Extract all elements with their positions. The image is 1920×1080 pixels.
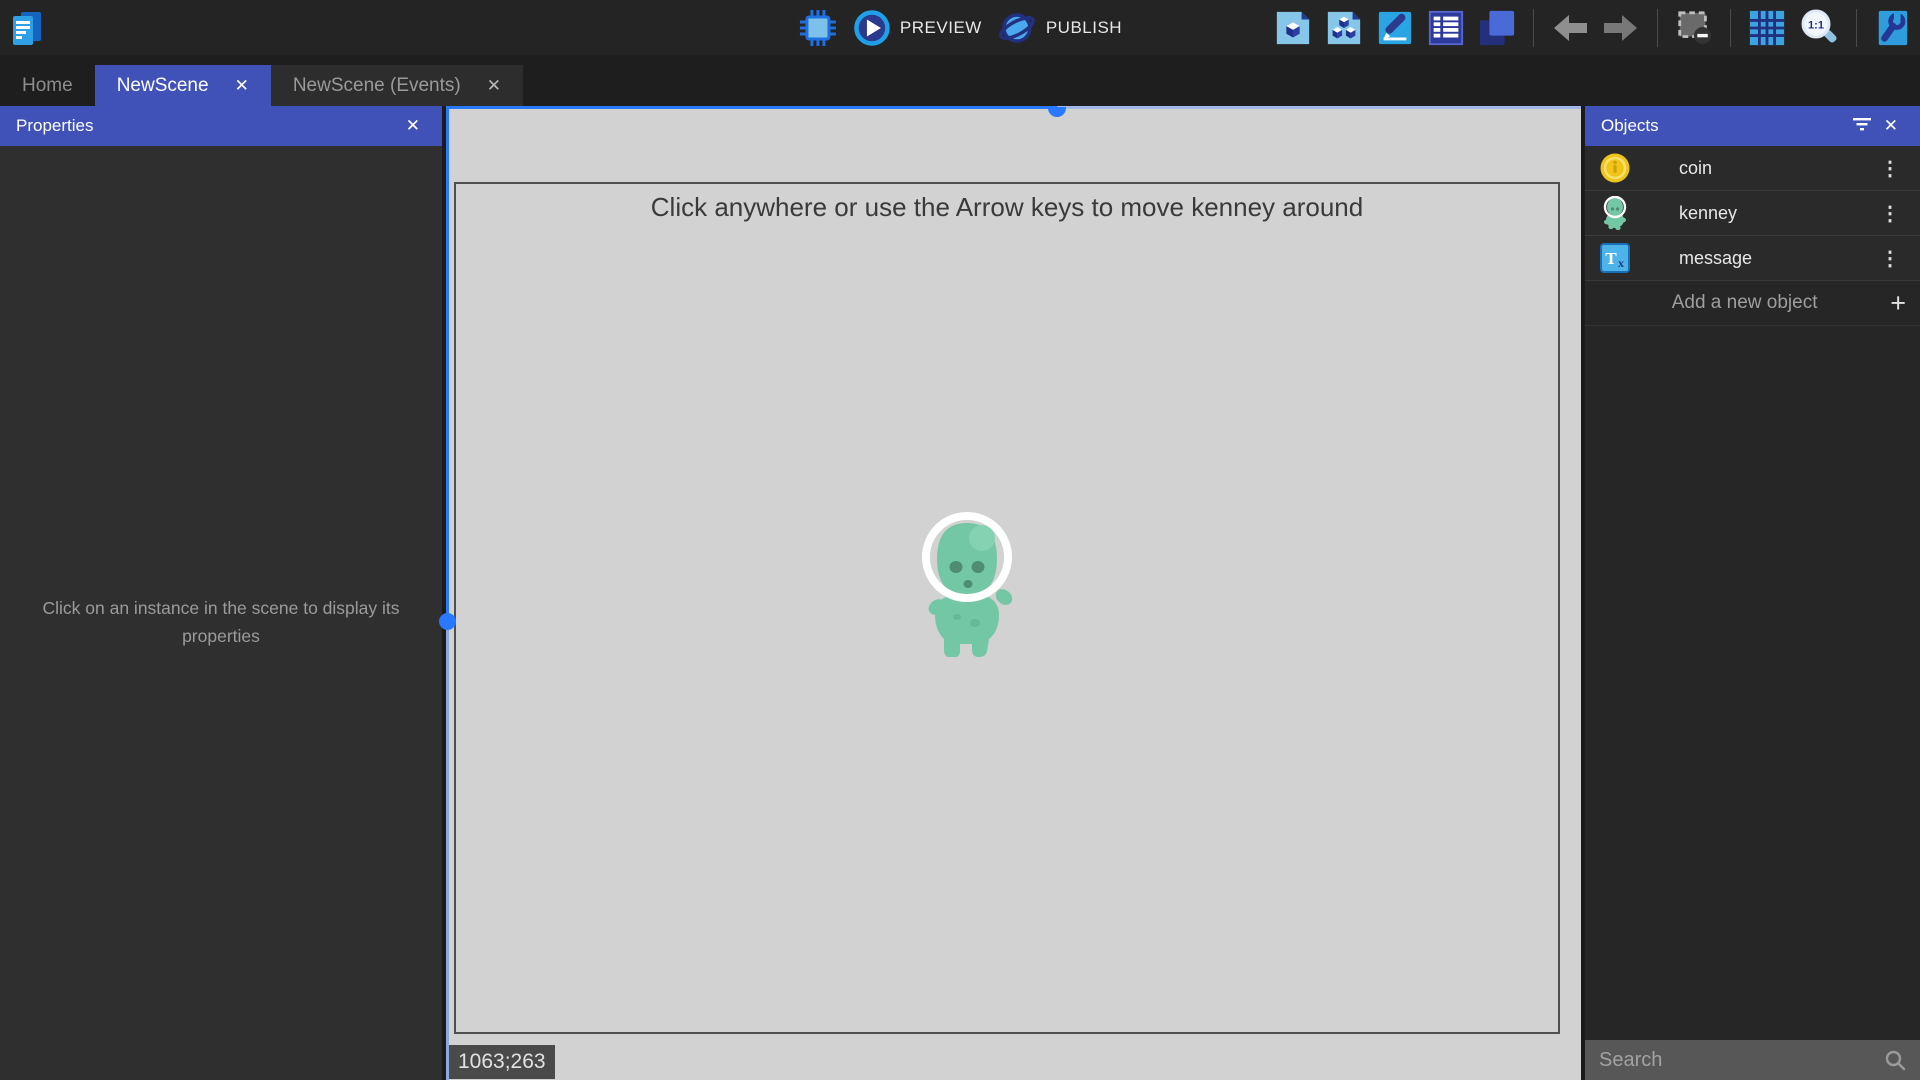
kenney-instance[interactable] bbox=[909, 505, 1029, 662]
deselect-marquee-icon bbox=[1675, 9, 1713, 47]
zoom-1-1-icon: 1:1 bbox=[1799, 8, 1839, 48]
tab-scene-events[interactable]: NewScene (Events) ✕ bbox=[271, 65, 523, 106]
objects-panel-header: Objects ✕ bbox=[1585, 106, 1920, 146]
close-icon[interactable]: ✕ bbox=[487, 76, 501, 96]
tab-scene-label: NewScene bbox=[117, 75, 209, 97]
redo-button[interactable] bbox=[1602, 11, 1640, 45]
tab-home-label: Home bbox=[22, 75, 73, 97]
close-icon[interactable]: ✕ bbox=[235, 76, 249, 96]
zoom-original-button[interactable]: 1:1 bbox=[1799, 8, 1839, 48]
object-row-kenney[interactable]: kenney ⋮ bbox=[1585, 191, 1920, 236]
selection-edge-top-light bbox=[1057, 106, 1581, 109]
objects-search-bar bbox=[1585, 1040, 1920, 1080]
selection-edge-left bbox=[446, 106, 449, 622]
project-manager-button[interactable] bbox=[8, 8, 44, 48]
open-scene-properties-button[interactable] bbox=[1376, 9, 1414, 47]
open-instances-list-button[interactable] bbox=[1427, 9, 1465, 47]
object-row-coin[interactable]: coin ⋮ bbox=[1585, 146, 1920, 191]
preview-button[interactable]: PREVIEW bbox=[852, 8, 982, 48]
toolbar-divider bbox=[1730, 9, 1731, 47]
close-icon[interactable]: ✕ bbox=[1878, 116, 1904, 136]
open-layers-button[interactable] bbox=[1478, 9, 1516, 47]
grid-icon bbox=[1748, 9, 1786, 47]
svg-text:T: T bbox=[1605, 249, 1617, 268]
layers-icon bbox=[1478, 9, 1516, 47]
objects-panel: Objects ✕ coin ⋮ bbox=[1585, 106, 1920, 1080]
filter-icon bbox=[1852, 117, 1872, 131]
toolbar-divider bbox=[1856, 9, 1857, 47]
object-groups-icon bbox=[1325, 9, 1363, 47]
properties-empty-message: Click on an instance in the scene to dis… bbox=[0, 594, 442, 650]
open-object-groups-button[interactable] bbox=[1325, 9, 1363, 47]
kebab-menu-icon[interactable]: ⋮ bbox=[1874, 156, 1906, 181]
publish-button[interactable]: PUBLISH bbox=[996, 7, 1122, 49]
preview-label: PREVIEW bbox=[900, 18, 982, 38]
toggle-grid-button[interactable] bbox=[1748, 9, 1786, 47]
text-object-icon: T x bbox=[1600, 243, 1630, 273]
play-icon bbox=[852, 8, 892, 48]
properties-panel-header: Properties ✕ bbox=[0, 106, 442, 146]
close-icon[interactable]: ✕ bbox=[400, 116, 426, 136]
tab-home[interactable]: Home bbox=[0, 65, 95, 106]
coin-object-icon bbox=[1599, 152, 1631, 184]
toolbar-divider bbox=[1657, 9, 1658, 47]
object-name: kenney bbox=[1679, 203, 1874, 224]
undo-button[interactable] bbox=[1551, 11, 1589, 45]
scene-canvas[interactable]: Click anywhere or use the Arrow keys to … bbox=[446, 106, 1581, 1080]
publish-label: PUBLISH bbox=[1046, 18, 1122, 38]
clear-selection-button[interactable] bbox=[1675, 9, 1713, 47]
selection-handle-top[interactable] bbox=[1048, 107, 1066, 117]
search-icon bbox=[1884, 1049, 1906, 1071]
editor-tabbar: Home NewScene ✕ NewScene (Events) ✕ bbox=[0, 55, 1920, 106]
main-toolbar: PREVIEW PUBLISH bbox=[0, 0, 1920, 55]
project-manager-icon bbox=[8, 8, 44, 48]
debug-button[interactable] bbox=[798, 8, 838, 48]
tab-scene[interactable]: NewScene ✕ bbox=[95, 65, 271, 106]
add-object-row[interactable]: Add a new object + bbox=[1585, 281, 1920, 326]
undo-icon bbox=[1551, 11, 1589, 45]
object-page-icon bbox=[1274, 9, 1312, 47]
edit-pencil-icon bbox=[1376, 9, 1414, 47]
kebab-menu-icon[interactable]: ⋮ bbox=[1874, 246, 1906, 271]
kenney-sprite bbox=[909, 505, 1029, 657]
publish-globe-icon bbox=[996, 7, 1038, 49]
object-name: coin bbox=[1679, 158, 1874, 179]
open-settings-button[interactable] bbox=[1874, 9, 1912, 47]
plus-icon[interactable]: + bbox=[1890, 288, 1906, 319]
wrench-page-icon bbox=[1874, 9, 1912, 47]
kebab-menu-icon[interactable]: ⋮ bbox=[1874, 201, 1906, 226]
debug-chip-icon bbox=[798, 8, 838, 48]
kenney-object-icon bbox=[1599, 196, 1631, 230]
selection-handle-left[interactable] bbox=[439, 613, 456, 630]
filter-button[interactable] bbox=[1846, 116, 1878, 136]
objects-panel-empty-space bbox=[1585, 326, 1920, 1040]
selection-edge-top bbox=[446, 106, 1057, 109]
object-name: message bbox=[1679, 248, 1874, 269]
objects-panel-title: Objects bbox=[1601, 116, 1659, 136]
main-area: Properties ✕ Click on an instance in the… bbox=[0, 106, 1920, 1080]
toolbar-divider bbox=[1533, 9, 1534, 47]
add-object-label: Add a new object bbox=[1599, 292, 1890, 314]
selection-edge-left-light bbox=[446, 622, 449, 1080]
redo-icon bbox=[1602, 11, 1640, 45]
tab-scene-events-label: NewScene (Events) bbox=[293, 75, 461, 97]
object-row-message[interactable]: T x message ⋮ bbox=[1585, 236, 1920, 281]
svg-text:1:1: 1:1 bbox=[1808, 19, 1824, 31]
cursor-coordinates-badge: 1063;263 bbox=[449, 1045, 555, 1079]
instances-list-icon bbox=[1427, 9, 1465, 47]
properties-panel-title: Properties bbox=[16, 116, 93, 136]
open-objects-editor-button[interactable] bbox=[1274, 9, 1312, 47]
svg-text:x: x bbox=[1618, 256, 1624, 270]
text-instance[interactable]: Click anywhere or use the Arrow keys to … bbox=[456, 192, 1558, 223]
properties-panel: Properties ✕ Click on an instance in the… bbox=[0, 106, 442, 1080]
search-input[interactable] bbox=[1599, 1049, 1876, 1072]
